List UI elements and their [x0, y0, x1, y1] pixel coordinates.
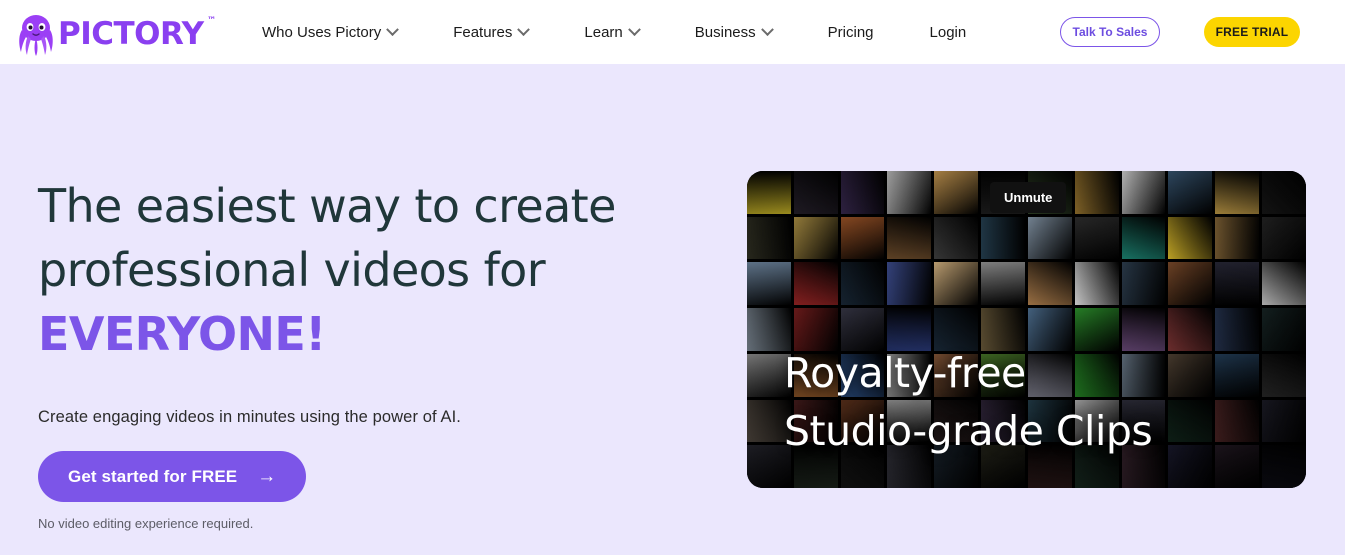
chevron-down-icon	[760, 22, 774, 36]
video-thumbnail-cell	[981, 262, 1025, 306]
video-thumbnail-cell	[1074, 262, 1119, 306]
video-thumbnail-cell	[1262, 171, 1306, 214]
chevron-down-icon	[386, 22, 400, 36]
nav-label: Learn	[584, 23, 623, 41]
video-thumbnail-cell	[840, 262, 885, 306]
video-thumbnail-cell	[1168, 399, 1213, 443]
video-thumbnail-cell	[1121, 171, 1166, 214]
brand-logo[interactable]: PICTORY ™	[16, 6, 216, 56]
nav-item-pricing[interactable]: Pricing	[828, 0, 874, 64]
headline-accent: EVERYONE!	[38, 307, 326, 361]
video-thumbnail-cell	[793, 171, 838, 214]
brand-wordmark: PICTORY ™	[58, 16, 216, 52]
video-thumbnail-cell	[1215, 353, 1260, 397]
video-thumbnail-cell	[1168, 353, 1213, 397]
nav-item-learn[interactable]: Learn	[584, 0, 641, 64]
video-thumbnail-cell	[1215, 262, 1260, 306]
video-thumbnail-cell	[1074, 216, 1119, 260]
video-thumbnail-cell	[1262, 262, 1306, 306]
cta-label: Get started for FREE	[68, 466, 238, 486]
video-thumbnail-cell	[747, 216, 791, 260]
video-thumbnail-cell	[1168, 445, 1213, 488]
nav-item-who-uses-pictory[interactable]: Who Uses Pictory	[262, 0, 400, 64]
hero-video-player[interactable]: Unmute Royalty-free Studio-grade Clips	[747, 171, 1306, 488]
main-navigation: Who Uses Pictory Features Learn Business…	[262, 0, 966, 64]
video-thumbnail-cell	[1168, 308, 1213, 351]
get-started-button[interactable]: Get started for FREE →	[38, 451, 307, 502]
octopus-mascot-icon	[19, 15, 53, 56]
video-thumbnail-cell	[1027, 262, 1072, 306]
video-thumbnail-cell	[1215, 308, 1260, 351]
video-thumbnail-cell	[840, 216, 885, 260]
video-thumbnail-cell	[934, 262, 979, 306]
video-thumbnail-cell	[793, 262, 838, 306]
video-caption: Royalty-free Studio-grade Clips	[784, 344, 1153, 460]
video-thumbnail-cell	[981, 216, 1025, 260]
video-thumbnail-cell	[1074, 171, 1119, 214]
video-thumbnail-cell	[840, 171, 885, 214]
video-thumbnail-cell	[1262, 445, 1306, 488]
video-caption-line-1: Royalty-free	[784, 349, 1026, 397]
video-thumbnail-cell	[1262, 308, 1306, 351]
video-thumbnail-cell	[747, 262, 791, 306]
video-thumbnail-cell	[1027, 216, 1072, 260]
arrow-right-icon: →	[257, 465, 277, 487]
free-trial-button[interactable]: FREE TRIAL	[1204, 17, 1300, 47]
video-thumbnail-cell	[1168, 262, 1213, 306]
video-thumbnail-cell	[934, 171, 979, 214]
video-thumbnail-cell	[1262, 353, 1306, 397]
video-thumbnail-cell	[1215, 171, 1260, 214]
unmute-button[interactable]: Unmute	[990, 182, 1067, 213]
video-thumbnail-cell	[1168, 171, 1213, 214]
headline-line-1: The easiest way to create	[38, 179, 616, 233]
video-thumbnail-cell	[1262, 399, 1306, 443]
video-thumbnail-cell	[1215, 216, 1260, 260]
nav-label: Who Uses Pictory	[262, 23, 382, 41]
chevron-down-icon	[627, 22, 641, 36]
video-thumbnail-cell	[887, 171, 932, 214]
video-thumbnail-cell	[1121, 262, 1166, 306]
video-caption-line-2: Studio-grade Clips	[784, 407, 1153, 455]
trademark-symbol: ™	[207, 16, 216, 26]
video-thumbnail-cell	[747, 171, 791, 214]
site-header: PICTORY ™ Who Uses Pictory Features Lear…	[0, 0, 1345, 64]
headline-line-2: professional videos for	[38, 243, 546, 297]
nav-item-business[interactable]: Business	[694, 0, 774, 64]
chevron-down-icon	[517, 22, 531, 36]
nav-label: Business	[694, 23, 756, 41]
nav-label: Features	[453, 23, 513, 41]
video-thumbnail-cell	[1215, 445, 1260, 488]
video-thumbnail-cell	[1215, 399, 1260, 443]
page-title: The easiest way to create professional v…	[38, 174, 698, 366]
video-thumbnail-cell	[793, 216, 838, 260]
video-thumbnail-cell	[1168, 216, 1213, 260]
nav-label: Login	[929, 23, 967, 41]
hero-content: The easiest way to create professional v…	[38, 64, 718, 531]
talk-to-sales-button[interactable]: Talk To Sales	[1060, 17, 1160, 47]
video-thumbnail-cell	[1121, 216, 1166, 260]
nav-item-login[interactable]: Login	[930, 0, 967, 64]
hero-subheadline: Create engaging videos in minutes using …	[38, 408, 461, 426]
nav-label: Pricing	[827, 23, 874, 41]
nav-item-features[interactable]: Features	[453, 0, 531, 64]
video-thumbnail-cell	[934, 216, 979, 260]
video-thumbnail-cell	[1262, 216, 1306, 260]
video-thumbnail-cell	[887, 262, 932, 306]
hero-note: No video editing experience required.	[38, 516, 254, 531]
video-thumbnail-cell	[887, 216, 932, 260]
